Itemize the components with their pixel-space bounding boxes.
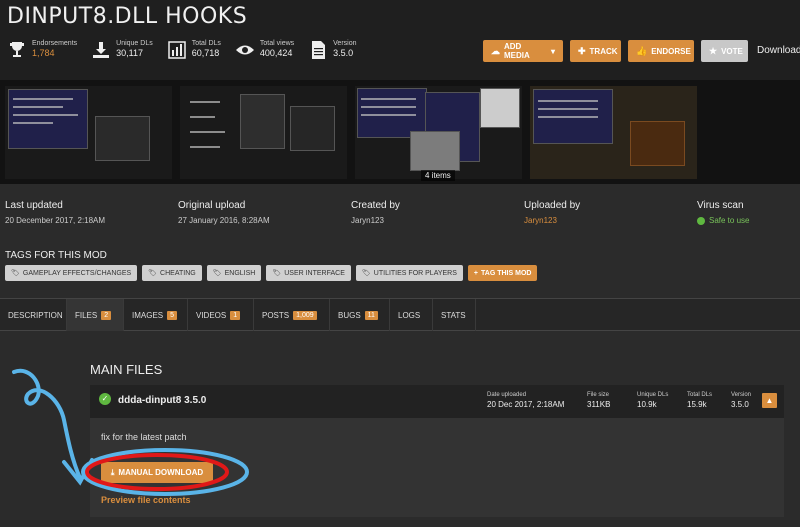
meta-last-updated: Last updated 20 December 2017, 2:18AM	[5, 200, 106, 225]
tag-icon: 🏷	[212, 270, 222, 277]
file-unique-dls: Unique DLs 10.9k	[637, 392, 669, 409]
tab-bugs[interactable]: BUGS 11	[330, 299, 390, 331]
stat-unique-dls: Unique DLs 30,117	[91, 40, 153, 60]
file-description: fix for the latest patch	[101, 432, 187, 442]
meta-virus-scan: Virus scan Safe to use	[697, 200, 750, 225]
annotation-arrowhead	[62, 458, 94, 486]
count-badge: 1	[230, 310, 241, 320]
file-name: ddda-dinput8 3.5.0	[118, 395, 207, 406]
file-item: ✓ ddda-dinput8 3.5.0 Date uploaded 20 De…	[90, 385, 784, 517]
file-total-dls: Total DLs 15.9k	[687, 392, 713, 409]
safe-check-icon	[697, 216, 705, 225]
count-badge: 11	[364, 310, 378, 320]
tab-logs[interactable]: LOGS	[390, 299, 433, 331]
stat-total-dls: Total DLs 60,718	[167, 40, 221, 60]
tag-item[interactable]: 🏷 USER INTERFACE	[266, 265, 351, 281]
annotation-arrow	[12, 368, 82, 480]
tab-videos[interactable]: VIDEOS 1	[188, 299, 254, 331]
tab-description[interactable]: DESCRIPTION	[0, 299, 67, 331]
count-badge: 1,009	[293, 310, 317, 320]
gallery-thumbnail[interactable]	[5, 86, 172, 179]
tab-files[interactable]: FILES 2	[67, 299, 124, 331]
tag-item[interactable]: 🏷 UTILITIES FOR PLAYERS	[355, 265, 463, 281]
tab-images[interactable]: IMAGES 5	[124, 299, 188, 331]
vote-button[interactable]: ★ VOTE	[701, 40, 748, 62]
tag-icon: 🏷	[272, 270, 282, 277]
bar-chart-icon	[167, 41, 186, 59]
mod-title: DINPUT8.DLL HOOKS	[7, 4, 248, 29]
image-gallery[interactable]	[0, 80, 800, 184]
tab-stats[interactable]: STATS	[433, 299, 476, 331]
tab-posts[interactable]: POSTS 1,009	[254, 299, 330, 331]
track-icon: ✚	[578, 45, 586, 56]
gallery-thumbnail[interactable]	[530, 86, 697, 179]
download-icon: ⤓	[110, 467, 115, 477]
count-badge: 5	[167, 310, 178, 320]
plus-icon: +	[473, 269, 479, 277]
mod-header: DINPUT8.DLL HOOKS Endorsements 1,784 Uniq…	[0, 0, 800, 80]
stat-endorsements: Endorsements 1,784	[7, 40, 77, 60]
action-buttons: ☁ ADD MEDIA ▾ ✚ TRACK 👍 ENDORSE ★ VOTE	[483, 40, 748, 62]
uploader-link[interactable]: Jaryn123	[524, 216, 580, 225]
tag-item[interactable]: 🏷 GAMEPLAY EFFECTS/CHANGES	[5, 265, 138, 281]
preview-file-contents-link[interactable]: Preview file contents	[101, 495, 191, 505]
tag-item[interactable]: 🏷 ENGLISH	[206, 265, 262, 281]
file-date-uploaded: Date uploaded 20 Dec 2017, 2:18AM	[487, 392, 565, 409]
gallery-thumbnail[interactable]	[180, 86, 347, 179]
tag-this-mod-button[interactable]: + TAG THIS MOD	[467, 265, 538, 281]
trophy-icon	[10, 42, 24, 57]
file-header[interactable]: ✓ ddda-dinput8 3.5.0 Date uploaded 20 De…	[90, 385, 784, 418]
chevron-down-icon: ▾	[550, 46, 555, 56]
eye-icon	[235, 45, 254, 55]
tags-list: 🏷 GAMEPLAY EFFECTS/CHANGES 🏷 CHEATING 🏷 ENG…	[5, 265, 538, 281]
endorse-button[interactable]: 👍 ENDORSE	[628, 40, 694, 62]
meta-original-upload: Original upload 27 January 2016, 8:28AM	[178, 200, 270, 225]
stats-bar: Endorsements 1,784 Unique DLs 30,117 Total…	[7, 40, 371, 60]
main-files-title: MAIN FILES	[90, 362, 163, 377]
manual-download-button[interactable]: ⤓ MANUAL DOWNLOAD	[101, 462, 213, 483]
gallery-count-badge: 4 items	[421, 170, 455, 181]
add-media-button[interactable]: ☁ ADD MEDIA ▾	[483, 40, 563, 62]
cloud-upload-icon: ☁	[491, 45, 500, 56]
track-button[interactable]: ✚ TRACK	[570, 40, 621, 62]
gallery-thumbnail[interactable]	[355, 86, 522, 179]
document-icon	[312, 41, 326, 59]
tag-icon: 🏷	[361, 270, 371, 277]
tag-item[interactable]: 🏷 CHEATING	[142, 265, 202, 281]
star-icon: ★	[709, 45, 718, 56]
meta-created-by: Created by Jaryn123	[351, 200, 400, 225]
thumbs-up-icon: 👍	[636, 45, 648, 56]
mod-tabs: DESCRIPTION FILES 2 IMAGES 5 VIDEOS 1 POSTS…	[0, 298, 800, 331]
download-icon	[93, 42, 110, 58]
chevron-up-icon: ▲	[765, 396, 774, 405]
tags-title: TAGS FOR THIS MOD	[5, 250, 107, 261]
check-icon: ✓	[99, 393, 111, 405]
tag-icon: 🏷	[11, 270, 20, 277]
stat-version: Version 3.5.0	[308, 40, 357, 60]
file-size: File size 311KB	[587, 392, 611, 409]
stat-total-views: Total views 400,424	[235, 40, 294, 60]
meta-uploaded-by: Uploaded by Jaryn123	[524, 200, 581, 225]
file-version: Version 3.5.0	[731, 392, 752, 409]
tag-icon: 🏷	[148, 270, 158, 277]
download-label: Download:	[757, 45, 800, 56]
collapse-toggle[interactable]: ▲	[762, 393, 777, 408]
count-badge: 2	[101, 310, 112, 320]
